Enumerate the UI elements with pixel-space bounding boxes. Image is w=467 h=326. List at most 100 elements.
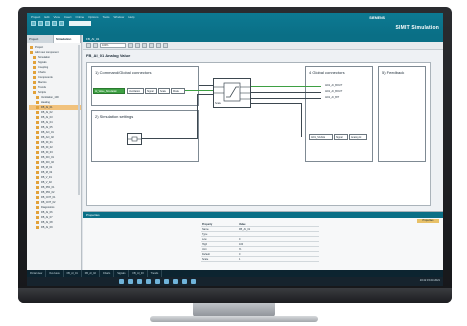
menu-item[interactable]: Help [128, 15, 134, 19]
tree-item[interactable]: FB_AI_09 [29, 225, 81, 230]
open-icon[interactable] [38, 21, 43, 26]
text-icon[interactable] [156, 43, 161, 48]
app-icon[interactable] [191, 279, 196, 284]
monitor-stand [193, 303, 275, 317]
signal-block[interactable]: AI_Value_Simulation [93, 88, 125, 94]
portal-tab[interactable]: FB_AI_02 [82, 270, 100, 277]
print-icon[interactable] [163, 43, 168, 48]
param-box[interactable]: Analog AI [349, 134, 367, 140]
folder-icon [36, 171, 39, 174]
tree-scrollbar[interactable] [78, 45, 80, 195]
folder-icon [36, 131, 39, 134]
task-view-icon[interactable] [137, 279, 142, 284]
output-label: AI01_AI_BOUT [325, 84, 343, 87]
signal-wire [251, 86, 321, 87]
redo-icon[interactable] [59, 21, 64, 26]
menu-item[interactable]: Window [114, 15, 125, 19]
portal-tab[interactable]: Charts [100, 270, 115, 277]
param-box[interactable]: Signal [334, 134, 348, 140]
start-icon[interactable] [119, 279, 124, 284]
tab-simulation[interactable]: Simulation [54, 35, 81, 43]
folder-icon [33, 71, 36, 74]
store-icon[interactable] [173, 279, 178, 284]
zoom-out-icon[interactable] [135, 43, 140, 48]
menu-item[interactable]: View [54, 15, 60, 19]
new-icon[interactable] [31, 21, 36, 26]
wire [301, 103, 302, 137]
property-value[interactable]: % [237, 247, 319, 251]
menu-item[interactable]: Edit [44, 15, 49, 19]
project-tree: Project Add new component Simulation Signal… [27, 43, 81, 230]
property-value[interactable]: FB_AI_01 [237, 227, 319, 231]
tree-item-label: FB_AI_09 [41, 226, 53, 229]
menu-item[interactable]: Project [31, 15, 40, 19]
mail-icon[interactable] [164, 279, 169, 284]
menu-item[interactable]: Tools [103, 15, 110, 19]
zoom-in-icon[interactable] [128, 43, 133, 48]
param-box[interactable]: Scale [158, 88, 170, 94]
signal-wire [185, 90, 213, 91]
undo-icon[interactable] [52, 21, 57, 26]
region-global-connectors: 4 Global connectors [305, 66, 373, 162]
monitor-base [150, 316, 318, 322]
portal-tab[interactable]: Signals [114, 270, 130, 277]
menu-item[interactable]: Online [75, 15, 84, 19]
wire [142, 138, 197, 139]
search-icon[interactable] [128, 279, 133, 284]
portal-tab[interactable]: Trends [148, 270, 163, 277]
param-box[interactable]: Signal [145, 88, 157, 94]
folder-icon [36, 156, 39, 159]
simulation-block[interactable] [127, 133, 142, 145]
table-row[interactable]: Scale 1 [201, 257, 319, 262]
property-value[interactable] [237, 232, 319, 236]
param-box[interactable]: AI01_SCALE [309, 134, 333, 140]
property-value[interactable]: 1 [237, 257, 319, 261]
folder-icon [36, 226, 39, 229]
align-icon[interactable] [149, 43, 154, 48]
taskbar-icons [119, 279, 196, 284]
menu-item[interactable]: Options [88, 15, 98, 19]
editor-tab[interactable]: FB_AI_01 [86, 37, 99, 41]
wire [197, 94, 198, 139]
zoom-field[interactable]: 100% [100, 43, 126, 48]
wire [197, 94, 213, 95]
grid-icon[interactable] [142, 43, 147, 48]
editor-toolbar: 100% [83, 42, 443, 50]
save-icon[interactable] [45, 21, 50, 26]
folder-icon [30, 46, 33, 49]
app-icon[interactable] [182, 279, 187, 284]
search-field[interactable] [69, 21, 91, 26]
portal-tab[interactable]: Portal view [27, 270, 47, 277]
folder-icon [33, 76, 36, 79]
function-block[interactable]: Scale [213, 78, 251, 108]
folder-icon [36, 216, 39, 219]
explorer-icon[interactable] [146, 279, 151, 284]
property-name: Name [202, 228, 209, 231]
portal-tab[interactable]: FB_AI_01 [64, 270, 82, 277]
property-name: Unit [202, 248, 207, 251]
properties-panel: Properties Properties Property Value Nam… [83, 211, 443, 277]
column-header: Value [239, 223, 246, 226]
property-value[interactable]: 0 [237, 252, 319, 256]
brand-logo: SIEMENS [369, 16, 385, 20]
folder-icon [36, 191, 39, 194]
property-name: Default [202, 253, 210, 256]
connect-icon[interactable] [93, 43, 98, 48]
properties-tab[interactable]: Properties [417, 219, 439, 223]
pointer-icon[interactable] [86, 43, 91, 48]
property-value[interactable]: 100 [237, 242, 319, 246]
project-tree-panel: Project Simulation Project Add new compon… [27, 35, 82, 277]
menu-item[interactable]: Insert [64, 15, 72, 19]
chart-canvas[interactable]: 1) Command/Global connectors 2) Simulati… [86, 62, 431, 206]
property-value[interactable]: 0 [237, 237, 319, 241]
main-toolbar [31, 21, 91, 26]
param-box[interactable]: Mode [171, 88, 185, 94]
portal-tab[interactable]: FB_AI_03 [129, 270, 148, 277]
browser-icon[interactable] [155, 279, 160, 284]
param-box[interactable]: Ventilation [127, 88, 144, 94]
folder-icon [33, 91, 36, 94]
panel-tabs: Project Simulation [27, 35, 81, 43]
portal-tab[interactable]: Overview [46, 270, 64, 277]
tab-project[interactable]: Project [27, 35, 54, 43]
folder-icon [36, 151, 39, 154]
